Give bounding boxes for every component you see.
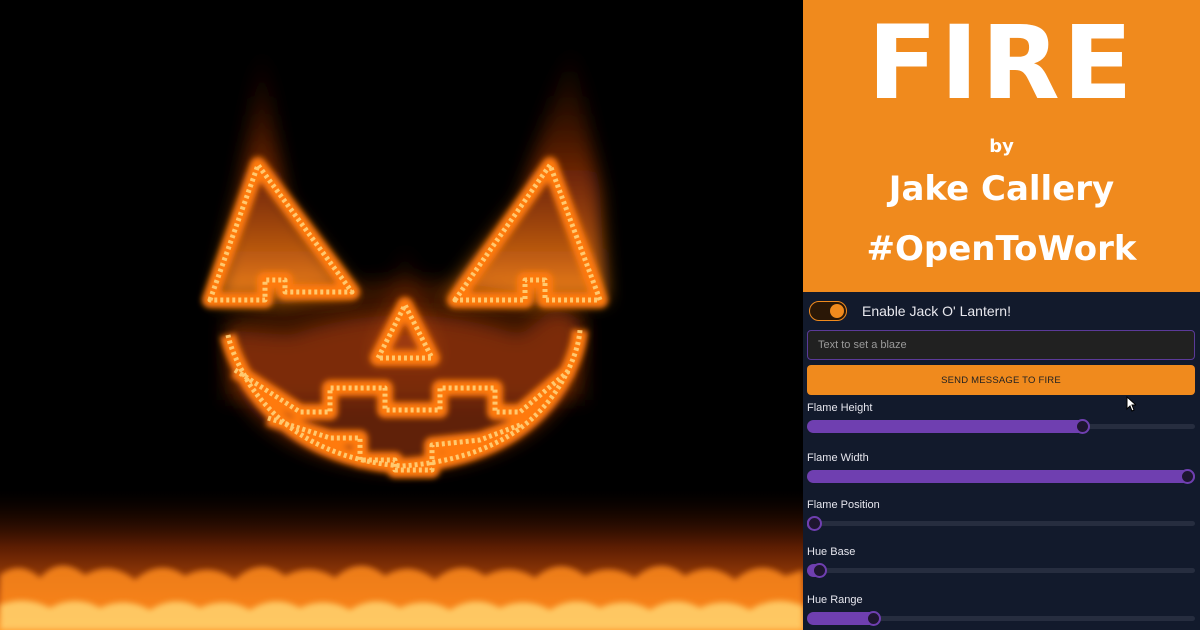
slider-thumb[interactable] <box>1180 469 1195 484</box>
title-banner: FIRE by Jake Callery #OpenToWork <box>803 0 1200 292</box>
slider-track[interactable] <box>807 516 1195 531</box>
author-name: Jake Callery <box>888 169 1115 209</box>
slider-thumb[interactable] <box>807 516 822 531</box>
slider-fill <box>807 420 1087 433</box>
open-to-work-tag: #OpenToWork <box>866 229 1137 269</box>
slider-label: Hue Range <box>807 594 863 606</box>
fire-canvas[interactable] <box>0 0 803 630</box>
by-label: by <box>989 136 1014 157</box>
slider-track[interactable] <box>807 563 1195 578</box>
slider-track[interactable] <box>807 469 1195 484</box>
slider-label: Flame Height <box>807 402 873 414</box>
slider-thumb[interactable] <box>865 611 881 626</box>
slider-track[interactable] <box>807 611 1195 626</box>
slider-thumb[interactable] <box>811 563 827 578</box>
jack-toggle-label: Enable Jack O' Lantern! <box>862 303 1011 319</box>
message-input[interactable] <box>807 330 1195 360</box>
toggle-knob <box>830 304 844 318</box>
slider-label: Flame Position <box>807 499 880 511</box>
slider-track[interactable] <box>807 419 1195 434</box>
jack-toggle-row: Enable Jack O' Lantern! <box>809 296 1011 326</box>
jack-o-lantern-toggle[interactable] <box>809 301 847 321</box>
floor-fire <box>0 490 803 630</box>
mouse-pointer-icon <box>1126 396 1136 412</box>
slider-label: Hue Base <box>807 546 856 558</box>
jack-o-lantern-fire-graphic <box>0 40 803 630</box>
control-panel: Enable Jack O' Lantern! SEND MESSAGE TO … <box>803 292 1200 630</box>
send-message-button[interactable]: SEND MESSAGE TO FIRE <box>807 365 1195 395</box>
slider-thumb[interactable] <box>1075 419 1091 434</box>
fire-app: FIRE by Jake Callery #OpenToWork Enable … <box>0 0 1200 630</box>
app-title: FIRE <box>867 4 1136 123</box>
slider-label: Flame Width <box>807 452 869 464</box>
slider-fill <box>807 470 1195 483</box>
